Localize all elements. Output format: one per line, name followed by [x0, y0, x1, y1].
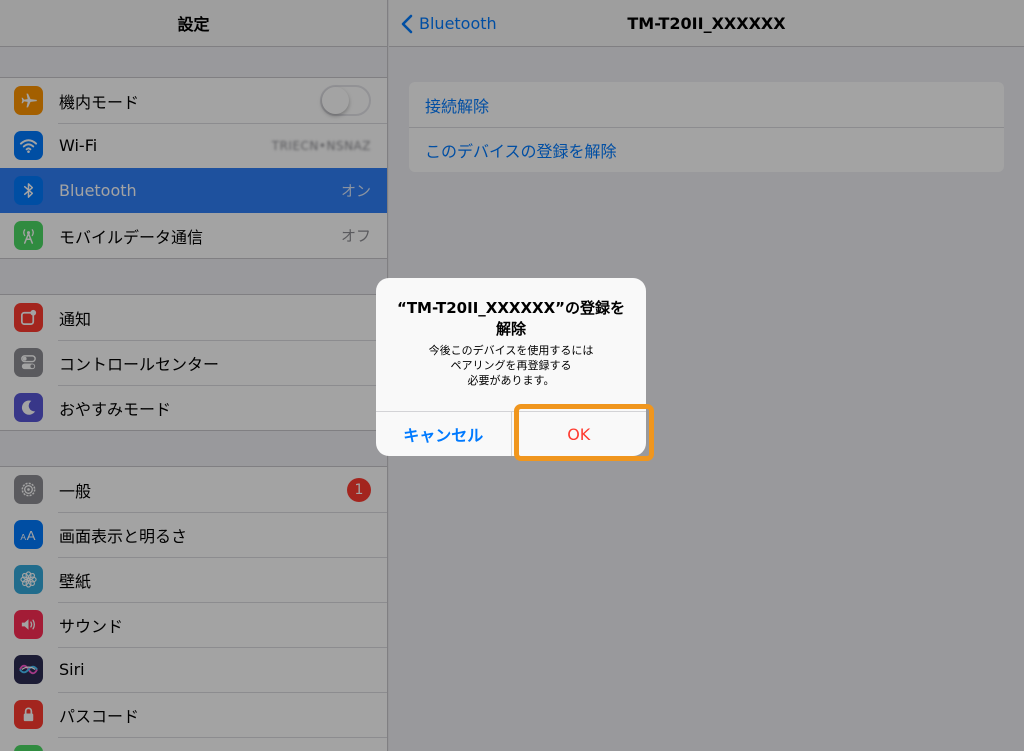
alert-title: “TM-T20II_XXXXXX”の登録を解除	[396, 299, 626, 338]
alert-message-line: ペアリングを再登録する	[450, 359, 572, 372]
alert-body: “TM-T20II_XXXXXX”の登録を解除 今後このデバイスを使用するには …	[376, 278, 646, 411]
alert-message-line: 今後このデバイスを使用するには	[428, 344, 594, 357]
cancel-button[interactable]: キャンセル	[376, 412, 512, 456]
ok-button-highlight	[514, 404, 654, 461]
alert-message: 今後このデバイスを使用するには ペアリングを再登録する 必要があります。	[390, 343, 632, 388]
alert-message-line: 必要があります。	[467, 374, 555, 387]
